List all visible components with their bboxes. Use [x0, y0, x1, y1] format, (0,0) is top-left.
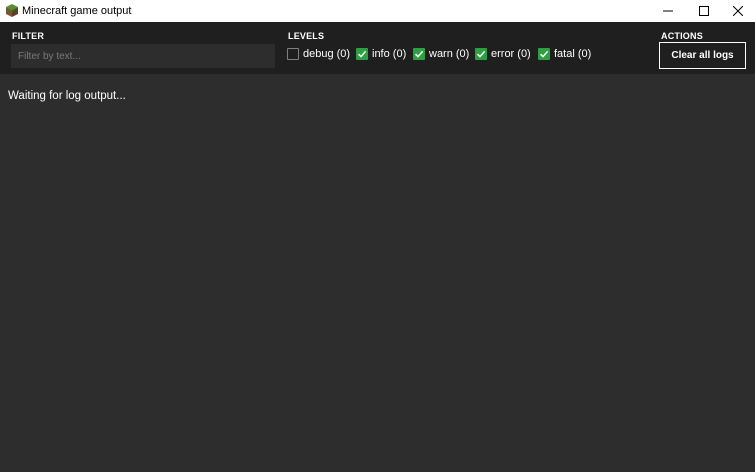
close-icon	[733, 6, 743, 16]
info-checkbox[interactable]	[356, 48, 368, 60]
levels-section-label: LEVELS	[288, 31, 325, 41]
level-info-toggle[interactable]: info (0)	[356, 47, 406, 61]
checkmark-icon	[357, 50, 367, 58]
checkmark-icon	[539, 50, 549, 58]
window-title: Minecraft game output	[22, 5, 132, 17]
actions-section-label: ACTIONS	[661, 31, 703, 41]
clear-all-logs-button[interactable]: Clear all logs	[659, 42, 746, 69]
level-label: fatal (0)	[554, 48, 592, 60]
error-checkbox[interactable]	[475, 48, 487, 60]
fatal-checkbox[interactable]	[538, 48, 550, 60]
level-label: error (0)	[491, 48, 531, 60]
level-debug-toggle[interactable]: debug (0)	[287, 47, 350, 61]
minecraft-grass-block-icon	[6, 4, 18, 17]
minimize-icon	[663, 10, 673, 12]
log-toolbar: FILTER LEVELS debug (0) info (0) warn (0…	[0, 22, 755, 74]
level-warn-toggle[interactable]: warn (0)	[413, 47, 469, 61]
maximize-button[interactable]	[686, 0, 722, 22]
minimize-button[interactable]	[650, 0, 686, 22]
checkmark-icon	[476, 50, 486, 58]
level-fatal-toggle[interactable]: fatal (0)	[538, 47, 591, 61]
close-button[interactable]	[720, 0, 755, 22]
maximize-icon	[699, 6, 709, 16]
level-label: warn (0)	[429, 48, 470, 60]
title-bar: Minecraft game output	[0, 0, 755, 22]
log-output-area[interactable]: Waiting for log output...	[0, 74, 755, 472]
level-error-toggle[interactable]: error (0)	[475, 47, 531, 61]
filter-input[interactable]	[11, 44, 275, 68]
debug-checkbox[interactable]	[287, 48, 299, 60]
level-label: info (0)	[372, 48, 407, 60]
filter-section-label: FILTER	[12, 31, 45, 41]
checkmark-icon	[414, 50, 424, 58]
log-status-text: Waiting for log output...	[8, 90, 126, 102]
warn-checkbox[interactable]	[413, 48, 425, 60]
level-label: debug (0)	[303, 48, 351, 60]
